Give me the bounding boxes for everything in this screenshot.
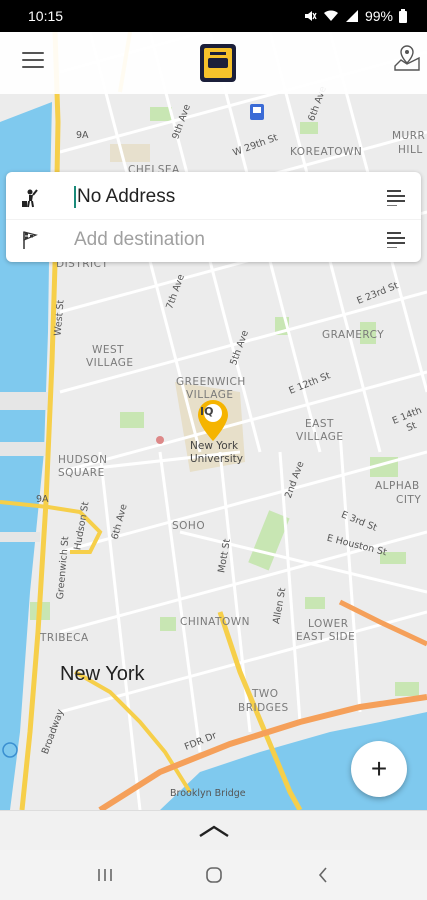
label-hudson-2: SQUARE [58, 467, 105, 479]
top-app-bar [0, 32, 427, 94]
add-button[interactable]: + [351, 741, 407, 797]
label-east-village-2: VILLAGE [296, 431, 344, 443]
back-icon [318, 867, 327, 883]
label-two-bridges-2: BRIDGES [238, 702, 289, 714]
chevron-up-icon[interactable] [197, 823, 231, 839]
battery-percent: 99% [364, 8, 393, 24]
label-tribeca: TRIBECA [40, 632, 89, 644]
label-route-9a-1: 9A [76, 130, 89, 141]
recent-apps-button[interactable] [90, 860, 120, 890]
label-gramercy: GRAMERCY [322, 329, 385, 341]
poi-label-line2: University [190, 453, 243, 465]
label-murray-2: HILL [398, 144, 423, 156]
person-waving-icon [22, 188, 38, 207]
recent-apps-icon [97, 869, 112, 881]
map-view[interactable]: CHELSEA KOREATOWN MURR HILL DISTRICT WES… [0, 32, 427, 810]
label-alphabet-1: ALPHAB [375, 480, 420, 492]
label-two-bridges-1: TWO [252, 688, 279, 700]
label-greenwich-1: GREENWICH [176, 376, 246, 388]
home-icon [205, 867, 222, 883]
label-murray-1: MURR [392, 130, 426, 142]
signal-icon [345, 10, 358, 22]
label-soho: SOHO [172, 520, 206, 532]
status-time: 10:15 [28, 8, 64, 24]
android-nav-bar [0, 850, 427, 900]
label-east-village-1: EAST [305, 418, 334, 430]
poi-badge: IQ [200, 405, 214, 418]
map-graphic [0, 32, 427, 810]
pickup-address-text: No Address [77, 186, 176, 208]
label-koreatown: KOREATOWN [290, 146, 363, 158]
plus-icon: + [370, 753, 388, 784]
pickup-row[interactable]: No Address [6, 176, 421, 220]
map-pin-icon[interactable] [391, 42, 423, 74]
status-icons: 99% [303, 8, 407, 24]
label-lower-east-1: LOWER [308, 618, 349, 630]
bottom-sheet-handle[interactable] [0, 810, 427, 850]
home-button[interactable] [199, 860, 229, 890]
list-lines-icon[interactable] [387, 189, 405, 206]
destination-row[interactable] [6, 218, 421, 262]
checkered-flag-icon [23, 231, 38, 249]
wifi-icon [323, 10, 338, 21]
back-button[interactable] [308, 860, 338, 890]
taxi-app-logo [200, 44, 236, 82]
mute-icon [304, 11, 317, 21]
hamburger-menu-icon[interactable] [22, 52, 44, 68]
pickup-address-value[interactable]: No Address [74, 186, 176, 209]
label-alphabet-2: CITY [396, 494, 422, 506]
status-bar: 10:15 99% [0, 0, 427, 32]
label-hudson-1: HUDSON [58, 454, 108, 466]
label-west-village-2: VILLAGE [86, 357, 134, 369]
list-lines-icon[interactable] [387, 232, 405, 248]
label-chinatown: CHINATOWN [180, 616, 250, 628]
address-card: No Address [6, 172, 421, 262]
label-lower-east-2: EAST SIDE [296, 631, 356, 643]
poi-label-line1: New York [190, 440, 239, 452]
label-west-village-1: WEST [92, 344, 125, 356]
label-brooklyn-bridge: Brooklyn Bridge [170, 788, 246, 799]
battery-icon [399, 9, 407, 23]
label-route-9a-2: 9A [36, 494, 49, 505]
city-label: New York [60, 663, 145, 685]
label-greenwich-2: VILLAGE [186, 389, 234, 401]
destination-input[interactable] [74, 229, 374, 251]
